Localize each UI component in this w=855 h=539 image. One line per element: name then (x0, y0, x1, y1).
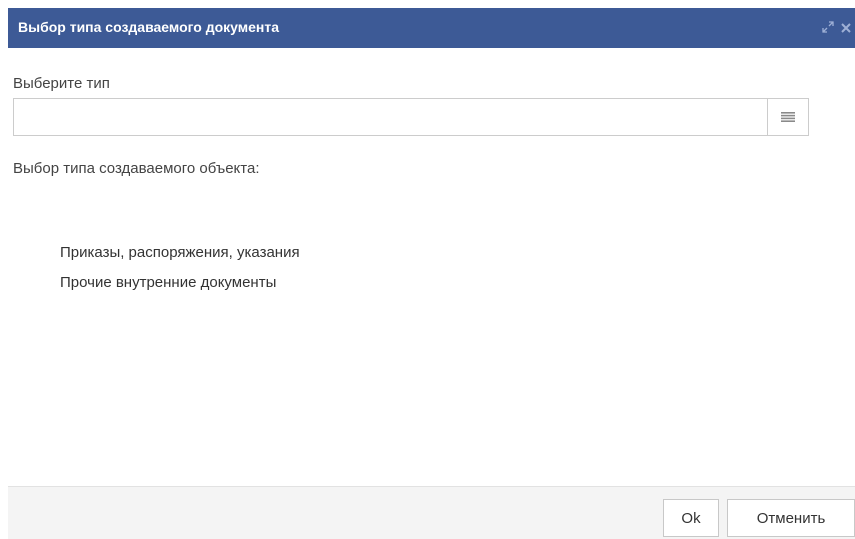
dialog-titlebar: Выбор типа создаваемого документа (8, 8, 855, 48)
create-document-dialog: Выбор типа создаваемого документа Выбери… (0, 0, 855, 539)
type-field-label: Выберите тип (13, 75, 110, 92)
list-item[interactable]: Прочие внутренние документы (60, 268, 300, 298)
object-type-section-label: Выбор типа создаваемого объекта: (13, 160, 260, 177)
list-icon (781, 112, 795, 122)
close-icon-glyph (841, 22, 851, 33)
document-type-list: Приказы, распоряжения, указания Прочие в… (60, 238, 300, 298)
cancel-button[interactable]: Отменить (727, 499, 855, 537)
dialog-title: Выбор типа создаваемого документа (18, 19, 279, 35)
expand-icon-glyph (822, 20, 834, 33)
type-input[interactable] (13, 98, 767, 136)
close-icon[interactable] (837, 21, 855, 36)
type-list-button[interactable] (767, 98, 809, 136)
dialog-body: Выберите тип Выбор типа создаваемого объ… (8, 48, 855, 486)
expand-icon[interactable] (819, 20, 837, 36)
title-icons (819, 18, 855, 38)
ok-button[interactable]: Ok (663, 499, 719, 537)
dialog-footer: Ok Отменить (8, 486, 855, 539)
list-item[interactable]: Приказы, распоряжения, указания (60, 238, 300, 268)
